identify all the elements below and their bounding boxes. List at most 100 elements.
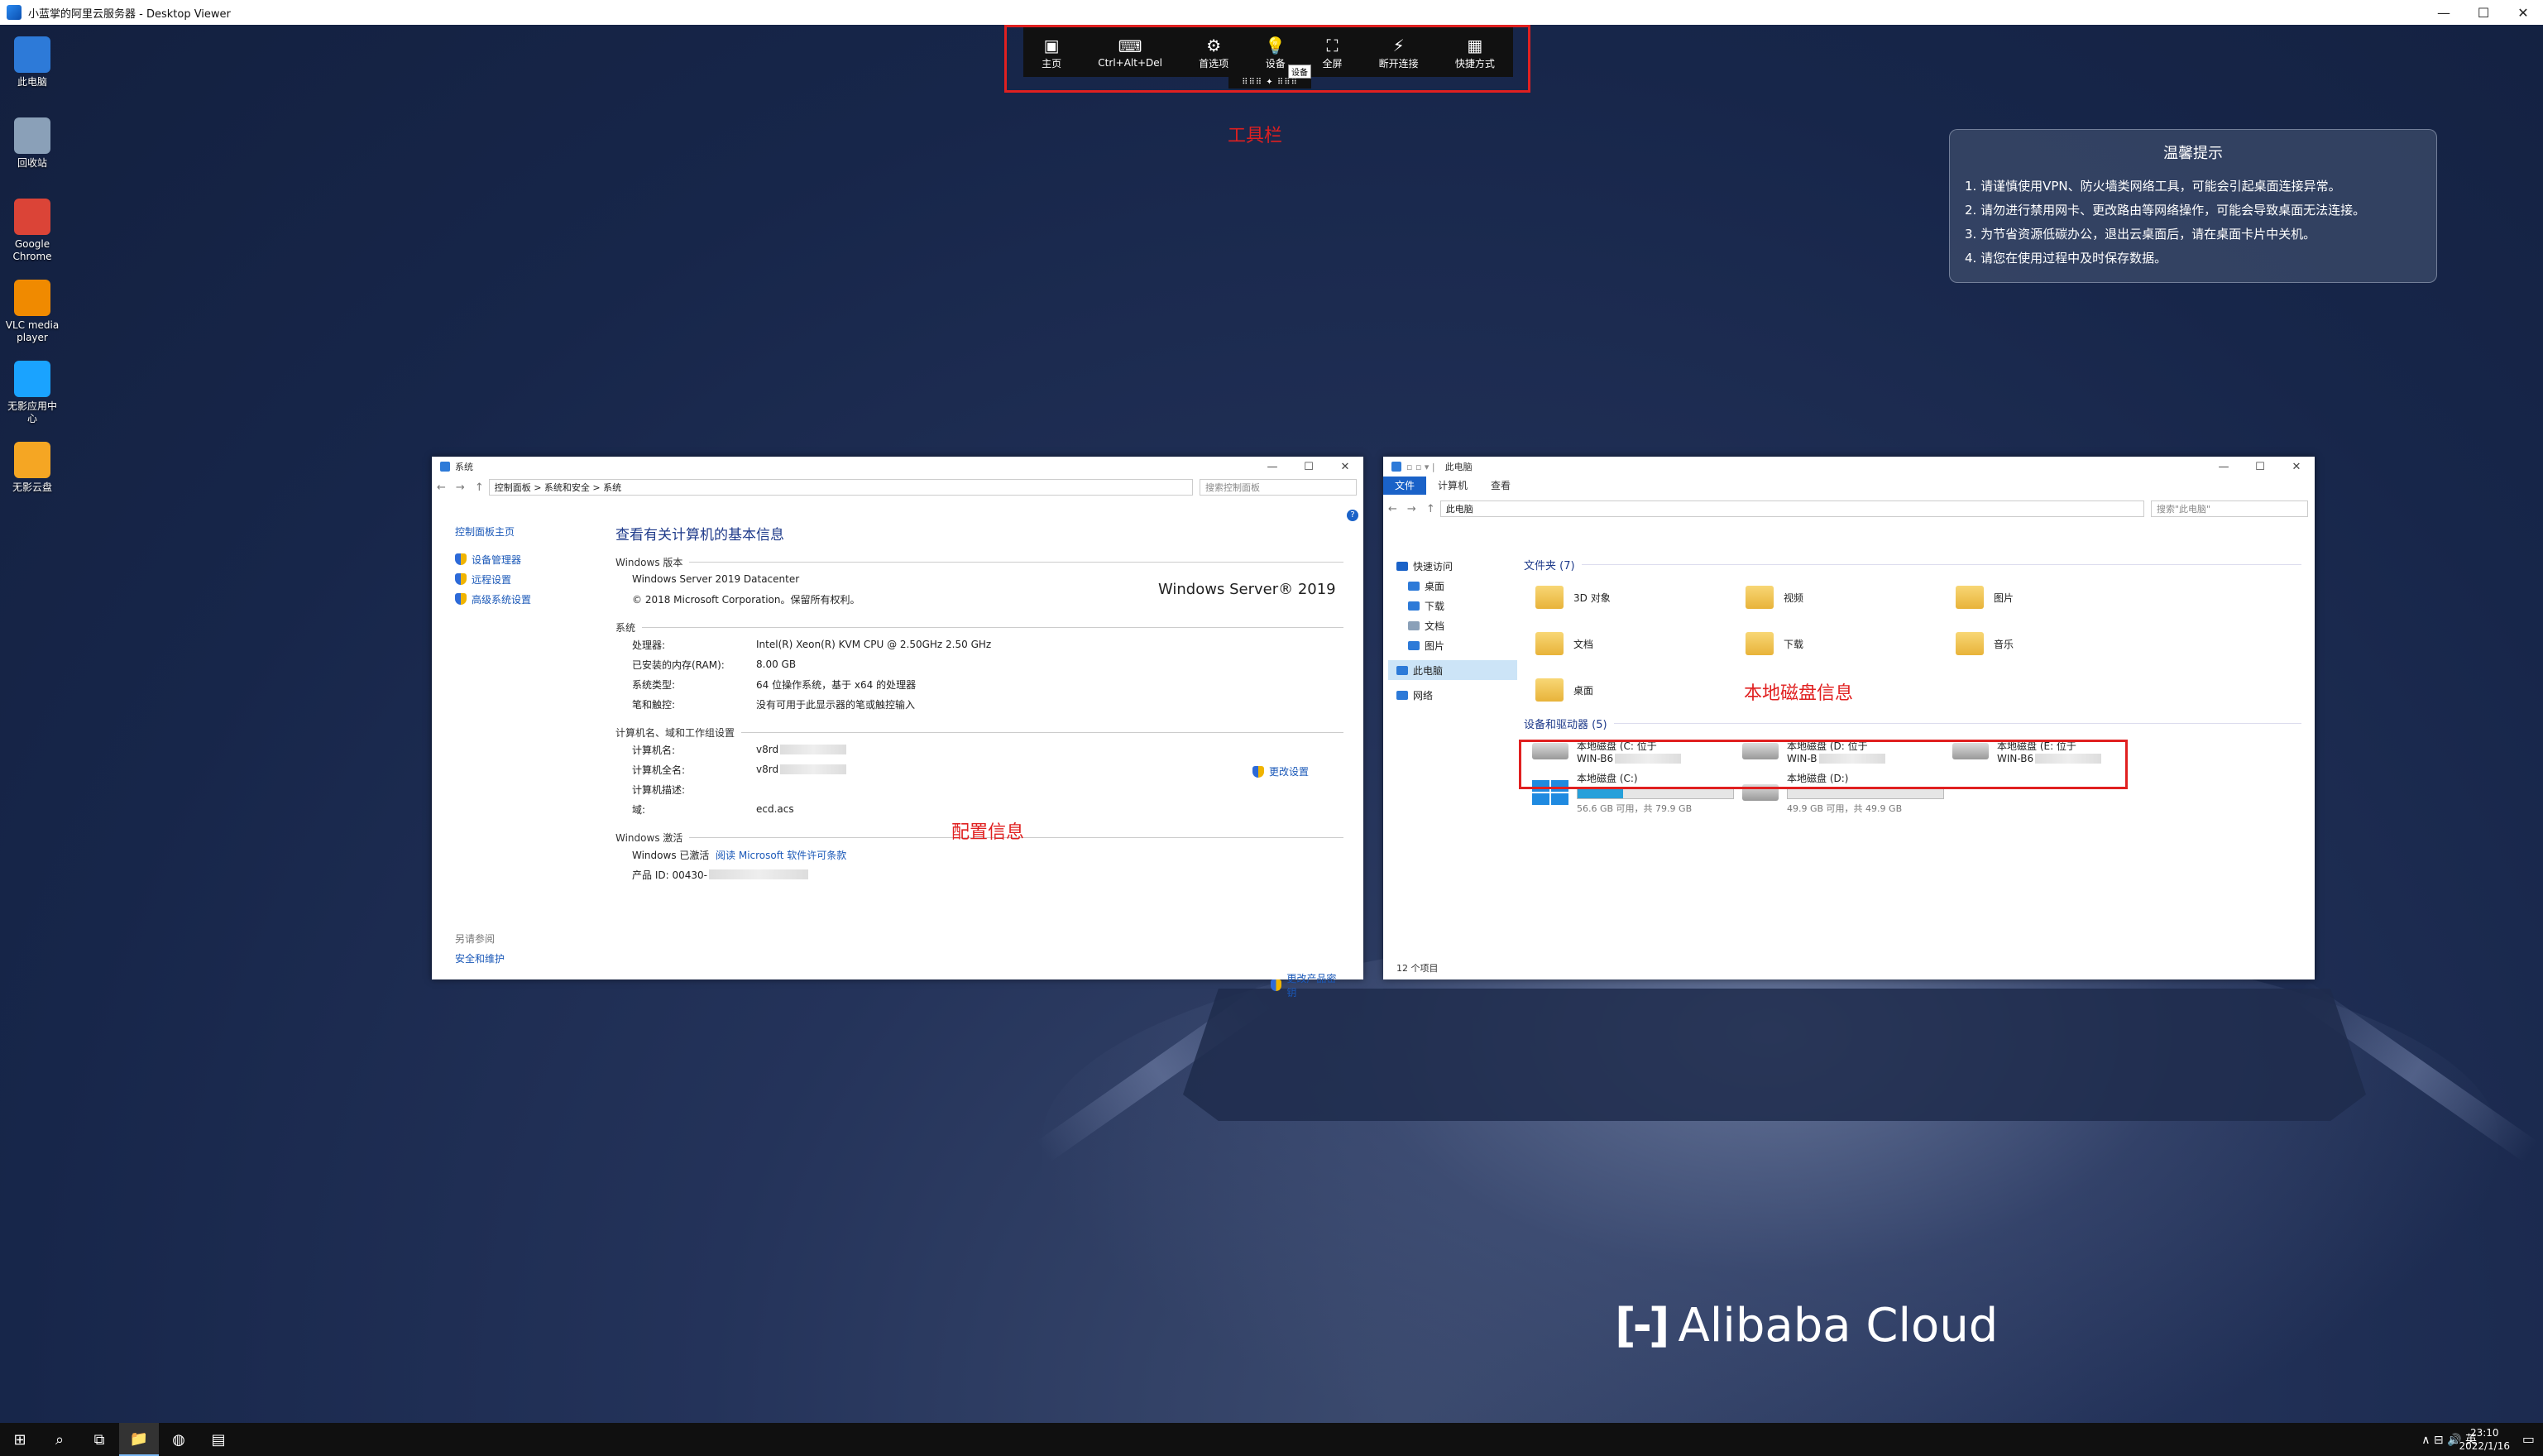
up-arrow-icon[interactable]: ↑ — [1426, 503, 1435, 515]
nav-tree-item[interactable]: 网络 — [1388, 685, 1517, 705]
nav-tree-item[interactable]: 快速访问 — [1388, 556, 1517, 576]
toolbar-button-label: 设备 — [1265, 57, 1286, 69]
taskbar-clock[interactable]: 23:10 2022/1/16 — [2459, 1426, 2510, 1453]
system-side-link-label: 高级系统设置 — [472, 593, 532, 606]
server-manager-icon[interactable]: ▤ — [199, 1423, 238, 1456]
desktop-icon[interactable]: 无影应用中心 — [3, 361, 61, 425]
search-icon[interactable]: ⌕ — [40, 1423, 79, 1456]
system-side-link[interactable]: 设备管理器 — [455, 549, 604, 569]
license-terms-link[interactable]: 阅读 Microsoft 软件许可条款 — [716, 848, 846, 862]
ribbon-tab[interactable]: 文件 — [1383, 477, 1427, 495]
forward-arrow-icon[interactable]: → — [1407, 503, 1416, 515]
desktop-icon-label: 此电脑 — [17, 76, 47, 88]
remote-desktop[interactable]: 此电脑 回收站 Google Chrome VLC media player 无影应用中心无… — [0, 25, 2543, 1423]
quick-access-toolbar[interactable]: ▫ ▫ ▾ | — [1406, 462, 1435, 472]
nav-tree-item[interactable]: 此电脑 — [1388, 660, 1517, 680]
change-product-key-link[interactable]: 更改产品密钥 — [1271, 971, 1343, 999]
control-panel-home-link[interactable]: 控制面板主页 — [455, 521, 604, 541]
folder-label: 桌面 — [1573, 684, 1594, 697]
nav-tree-item[interactable]: 桌面 — [1388, 576, 1517, 596]
toolbar-button[interactable]: ⚙ 首选项 — [1199, 35, 1228, 70]
info-key: 计算机全名: — [632, 764, 686, 776]
toolbar-button-icon: ⌨ — [1118, 36, 1142, 56]
viewer-titlebar: 小蓝掌的阿里云服务器 - Desktop Viewer — ☐ ✕ — [0, 0, 2543, 25]
close-button[interactable]: ✕ — [2503, 0, 2543, 25]
system-maximize-button[interactable]: ☐ — [1291, 457, 1327, 477]
ribbon-tab[interactable]: 查看 — [1479, 477, 1522, 495]
toolbar-button[interactable]: ▦ 快捷方式 — [1455, 35, 1495, 70]
nav-tree-item[interactable]: 文档 — [1388, 615, 1517, 635]
toolbar-drag-handle[interactable]: ⠿⠿⠿ ✦ ⠿⠿⠿ — [1228, 77, 1311, 89]
desktop-icon[interactable]: 无影云盘 — [3, 442, 61, 494]
desktop-icon-label: 回收站 — [17, 157, 47, 169]
nav-tree-item[interactable]: 下载 — [1388, 596, 1517, 615]
help-icon[interactable]: ? — [1347, 510, 1358, 521]
toolbar-button[interactable]: ⛶ 全屏 — [1322, 35, 1342, 70]
folder-tile[interactable]: 文档 — [1524, 620, 1734, 667]
toolbar-button-label: Ctrl+Alt+Del — [1098, 57, 1162, 69]
folder-tile[interactable]: 视频 — [1734, 574, 1944, 620]
ribbon-tab[interactable]: 计算机 — [1426, 477, 1479, 495]
folder-tile[interactable]: 下载 — [1734, 620, 1944, 667]
windows-server-logo: Windows Server® 2019 — [1158, 581, 1336, 598]
explorer-close-button[interactable]: ✕ — [2278, 457, 2315, 477]
system-side-link-label: 设备管理器 — [472, 553, 522, 566]
explorer-window[interactable]: ▫ ▫ ▾ | 此电脑 — ☐ ✕ 文件 计算机 查看 ← → ↑ 此电脑 搜索"此… — [1383, 457, 2315, 979]
desktop-icon-label: 无影应用中心 — [7, 400, 57, 424]
folder-tile[interactable]: 图片 — [1944, 574, 2154, 620]
desktop-icon[interactable]: VLC media player — [3, 280, 61, 344]
system-search-input[interactable]: 搜索控制面板 — [1200, 479, 1357, 496]
toolbar-tooltip: 设备 — [1288, 65, 1311, 79]
system-breadcrumb[interactable]: 控制面板 > 系统和安全 > 系统 — [488, 479, 1193, 496]
back-arrow-icon[interactable]: ← — [437, 481, 446, 494]
folder-tile[interactable]: 3D 对象 — [1524, 574, 1734, 620]
explorer-minimize-button[interactable]: — — [2205, 457, 2242, 477]
config-annotation: 配置信息 — [951, 822, 1025, 843]
file-explorer-icon[interactable]: 📁 — [119, 1423, 159, 1456]
toolbar-button[interactable]: ⚡ 断开连接 — [1379, 35, 1419, 70]
viewer-toolbar: ▣ 主页 ⌨ Ctrl+Alt+Del ⚙ 首选项 💡 设备 ⛶ 全屏 ⚡ 断开连接 ▦ 快捷方式 — [1023, 27, 1513, 77]
system-minimize-button[interactable]: — — [1254, 457, 1291, 477]
folder-tile[interactable]: 桌面 — [1524, 667, 1734, 713]
redacted-value — [780, 764, 847, 774]
shield-icon — [455, 553, 467, 565]
notification-icon[interactable]: ▭ — [2522, 1431, 2535, 1447]
desktop-icon[interactable]: 此电脑 — [3, 36, 61, 89]
toolbar-button[interactable]: ▣ 主页 — [1042, 35, 1061, 70]
maximize-button[interactable]: ☐ — [2464, 0, 2503, 25]
change-settings-link[interactable]: 更改设置 — [1252, 764, 1309, 778]
security-maintenance-link[interactable]: 安全和维护 — [455, 948, 604, 968]
folders-group-header[interactable]: 文件夹 (7) — [1524, 554, 2301, 574]
alibaba-cloud-logo: [-] Alibaba Cloud — [1615, 1299, 1999, 1353]
nav-tree-item[interactable]: 图片 — [1388, 635, 1517, 655]
toolbar-button[interactable]: ⌨ Ctrl+Alt+Del — [1098, 36, 1162, 69]
toolbar-button-label: 主页 — [1042, 57, 1062, 69]
devices-group-header[interactable]: 设备和驱动器 (5) — [1524, 713, 2301, 733]
explorer-maximize-button[interactable]: ☐ — [2242, 457, 2278, 477]
system-window[interactable]: 系统 — ☐ ✕ ← → ↑ 控制面板 > 系统和安全 > 系统 搜索控制面板 … — [432, 457, 1363, 999]
info-key: 已安装的内存(RAM): — [632, 659, 725, 671]
disk-highlight — [1519, 740, 2128, 789]
explorer-search-input[interactable]: 搜索"此电脑" — [2151, 500, 2308, 517]
minimize-button[interactable]: — — [2424, 0, 2464, 25]
back-arrow-icon[interactable]: ← — [1388, 503, 1397, 515]
explorer-breadcrumb[interactable]: 此电脑 — [1439, 500, 2144, 517]
forward-arrow-icon[interactable]: → — [456, 481, 465, 494]
system-side-link[interactable]: 高级系统设置 — [455, 589, 604, 609]
redacted-value — [780, 745, 847, 754]
windows-start-icon[interactable]: ⊞ — [0, 1423, 40, 1456]
recycle-bin-icon — [14, 117, 50, 154]
up-arrow-icon[interactable]: ↑ — [475, 481, 484, 494]
info-key: 笔和触控: — [632, 698, 676, 711]
edge-icon[interactable]: ◍ — [159, 1423, 199, 1456]
desktop-icon[interactable]: 回收站 — [3, 117, 61, 170]
toolbar-button[interactable]: 💡 设备 — [1265, 35, 1286, 70]
system-close-button[interactable]: ✕ — [1327, 457, 1363, 477]
local-drive-info: 56.6 GB 可用，共 79.9 GB — [1577, 802, 1693, 814]
folder-tile[interactable]: 音乐 — [1944, 620, 2154, 667]
toolbar-button-icon: ▣ — [1043, 35, 1060, 55]
desktop-icon[interactable]: Google Chrome — [3, 199, 61, 263]
folder-label: 视频 — [1784, 592, 1804, 604]
system-side-link[interactable]: 远程设置 — [455, 569, 604, 589]
task-view-icon[interactable]: ⧉ — [79, 1423, 119, 1456]
